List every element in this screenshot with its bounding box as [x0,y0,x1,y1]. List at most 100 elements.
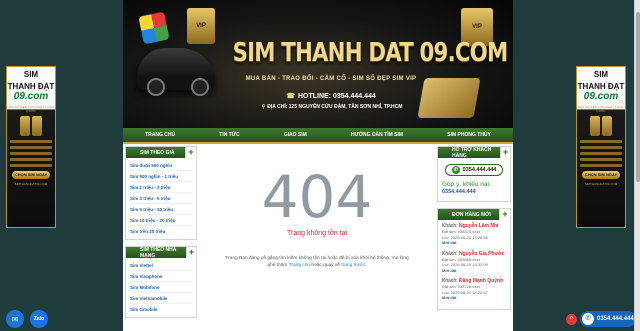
support-body: ✆ 0354.444.444 Góp ý, khiếu nại: 0354.44… [438,158,510,201]
page-content: SIM THEO GIÁ + Sim dưới 500 nghìn Sim 50… [123,144,513,329]
carrier-link[interactable]: Sim Gmobile [130,304,192,315]
location-pin-icon: ⚲ [261,104,266,110]
left-sidebar: SIM THEO GIÁ + Sim dưới 500 nghìn Sim 50… [125,146,197,324]
order-status: Mới đặt [442,240,457,245]
banner-title-line3: 09.com [13,91,49,102]
carrier-link[interactable]: Sim Viettel [130,260,192,271]
banner-cta-button[interactable]: CHỌN SIM NGAY [582,171,620,179]
error-title: Trang không tồn tại [286,230,348,237]
banner-title-line2: THANH ĐẠT [7,82,55,91]
support-hotline-number: 0354.444.444 [462,167,497,173]
nav-news[interactable]: TIN TỨC [219,132,239,138]
messenger-icon[interactable]: ✉ [6,310,24,328]
car-graphic [137,48,215,96]
phone-icon: ✆ [582,313,594,325]
header-hotline[interactable]: ☎ HOTLINE: 0354.444.444 [251,92,411,100]
zalo-icon[interactable]: Zalo [30,310,48,328]
home-link[interactable]: Trang chủ [289,263,310,268]
header-address: ⚲ ĐỊA CHỈ: 125 NGUYỄN CỬU ĐÀM, TÂN SƠN NH… [227,104,437,110]
banner-cta-button[interactable]: CHỌN SIM NGAY [12,171,50,179]
carrier-link[interactable]: Sim Mobifone [130,282,192,293]
gold-bars-graphic [417,78,481,118]
new-orders-header: ĐƠN HÀNG MỚI + [438,209,510,220]
left-side-banner[interactable]: SIM THANH ĐẠT 09.com SIM SỐ ĐẸP LỚN NHẤT… [6,66,56,228]
phone-icon: ✆ [451,166,460,174]
support-box: HỖ TRỢ KHÁCH HÀNG + ✆ 0354.444.444 Góp ý… [437,146,511,202]
banner-tagline: SIM SỐ ĐẸP LỚN NHẤT TOÀN QUỐC [578,105,624,113]
support-hotline-button[interactable]: ✆ 0354.444.444 [445,164,503,176]
scrollbar-thumb[interactable] [636,12,640,182]
right-side-banner[interactable]: SIM THANH ĐẠT 09.com SIM SỐ ĐẸP LỚN NHẤT… [576,66,626,228]
nav-delivery[interactable]: GIAO SIM [284,132,307,138]
page-scrollbar[interactable] [634,0,640,331]
order-item: Khách: Nguyễn Gia Phước Đặt sim: 033569.… [442,251,506,274]
price-filter-list: Sim dưới 500 nghìn Sim 500 nghìn - 1 tri… [126,158,196,239]
banner-title-line1: SIM [23,70,39,79]
price-link[interactable]: Sim 10 triệu - 20 triệu [130,215,192,226]
call-now-button[interactable]: ✆ 0354.444.444 [580,311,636,327]
price-filter-header: SIM THEO GIÁ + [126,147,196,158]
banner-phones [7,116,55,136]
banner-footer: SIMTHANHDAT09.COM [14,182,48,186]
banner-tagline: SIM SỐ ĐẸP LỚN NHẤT TOÀN QUỐC [8,105,54,113]
expand-plus-icon[interactable]: + [185,147,196,158]
carrier-filter-box: SIM THEO NHÀ MẠNG + Sim Viettel Sim Vina… [125,246,197,318]
phone-graphic [590,116,600,136]
scroll-to-top-icon[interactable]: ^ [566,314,577,325]
phone-icon: ☎ [286,93,295,100]
nav-fengshui[interactable]: SIM PHONG THỦY [447,132,491,138]
price-link[interactable]: Sim 500 nghìn - 1 triệu [130,171,192,182]
order-status: Mới đặt [442,267,457,273]
expand-plus-icon[interactable]: + [500,147,510,158]
expand-plus-icon[interactable]: + [186,247,196,258]
carrier-filter-title: SIM THEO NHÀ MẠNG [140,246,177,259]
banner-footer: SIMTHANHDAT09.COM [584,182,618,186]
phone-graphic [602,116,612,136]
vip-badge-icon: VIP [187,8,215,44]
banner-title-line1: SIM [593,70,609,79]
call-number: 0354.444.444 [597,316,634,322]
banner-phones [577,116,625,136]
customer-label: Khách: [442,250,458,257]
phone-graphic [32,116,42,136]
price-link[interactable]: Sim dưới 500 nghìn [130,160,192,171]
price-link[interactable]: Sim 3 triệu - 5 triệu [130,193,192,204]
shopping-bag-graphic [138,11,170,45]
order-item: Khách: Nguyễn Lâm Nhi Đặt sim: 038374.xx… [442,223,506,246]
carrier-filter-list: Sim Viettel Sim Vinaphone Sim Mobifone S… [126,258,196,317]
site-logo-title[interactable]: SIM THANH DAT 09.COM [233,38,509,68]
error-panel: 404 Trang không tồn tại Trang Bạn đang c… [203,146,431,269]
site-slogan: MUA BÁN - TRAO ĐỔI - CẦM CỐ - SIM SỐ ĐẸP… [245,76,417,82]
back-link[interactable]: trang trước [341,263,365,268]
carrier-link[interactable]: Sim Vinaphone [130,271,192,282]
phone-graphic [20,116,30,136]
site-header: VIP VIP SIM THANH DAT 09.COM MUA BÁN - T… [123,0,513,128]
banner-title-line3: 09.com [583,91,619,102]
price-link[interactable]: Sim 1 triệu - 3 triệu [130,182,192,193]
new-orders-box: ĐƠN HÀNG MỚI + Khách: Nguyễn Lâm Nhi Đặt… [437,208,511,310]
price-filter-box: SIM THEO GIÁ + Sim dưới 500 nghìn Sim 50… [125,146,197,240]
price-link[interactable]: Sim trên 20 triệu [130,226,192,237]
orders-list: Khách: Nguyễn Lâm Nhi Đặt sim: 038374.xx… [438,220,510,309]
carrier-link[interactable]: Sim Vietnamobile [130,293,192,304]
nav-home[interactable]: TRANG CHỦ [145,132,175,138]
carrier-filter-header: SIM THEO NHÀ MẠNG + [126,246,196,259]
banner-feature-lines [580,140,622,167]
nav-guide[interactable]: HƯỚNG DẪN TÌM SIM [351,132,403,138]
banner-feature-lines [10,140,52,167]
main-container: VIP VIP SIM THANH DAT 09.COM MUA BÁN - T… [123,0,513,331]
customer-name: Nguyễn Gia Phước [458,250,505,257]
support-title: HỖ TRỢ KHÁCH HÀNG [452,146,492,159]
error-code: 404 [261,163,373,231]
header-address-text: ĐỊA CHỈ: 125 NGUYỄN CỬU ĐÀM, TÂN SƠN NHÌ… [267,104,403,110]
price-link[interactable]: Sim 5 triệu - 10 triệu [130,204,192,215]
error-message: Trang Bạn đang cố gắng tìm kiếm không tồ… [203,255,431,269]
feedback-number[interactable]: 0354.444.444 [442,189,506,195]
expand-plus-icon[interactable]: + [499,209,510,220]
error-message-middle: hoặc quay về [311,263,340,268]
new-orders-title: ĐƠN HÀNG MỚI [452,211,491,218]
order-item: Khách: Đặng Mạnh Quỳnh Đặt sim: 033728.x… [442,278,506,301]
banner-title-line2: THANH ĐẠT [577,82,625,91]
price-filter-title: SIM THEO GIÁ [140,149,175,156]
header-hotline-text: HOTLINE: 0354.444.444 [297,93,376,100]
